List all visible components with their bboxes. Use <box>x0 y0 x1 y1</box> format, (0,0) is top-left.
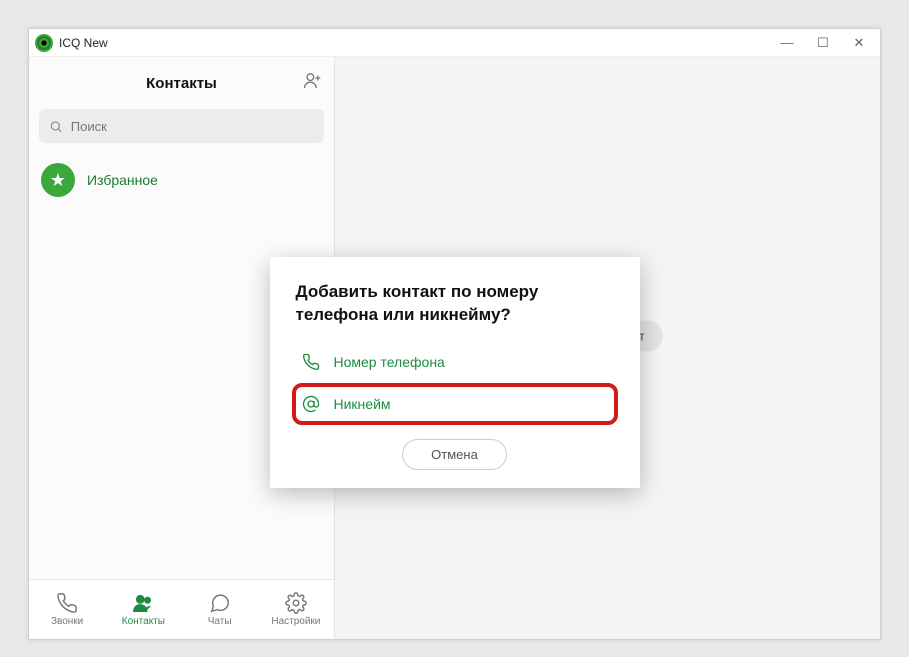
favorites-label: Избранное <box>87 172 158 188</box>
gear-icon <box>285 592 307 614</box>
add-person-icon <box>302 71 322 91</box>
phone-icon <box>56 592 78 614</box>
nav-settings-label: Настройки <box>271 616 320 627</box>
nav-contacts[interactable]: Контакты <box>105 580 181 639</box>
nav-chats-label: Чаты <box>208 616 232 627</box>
favorites-row[interactable]: ★ Избранное <box>29 153 334 207</box>
search-input[interactable] <box>71 119 314 134</box>
nav-settings[interactable]: Настройки <box>258 580 334 639</box>
star-icon: ★ <box>41 163 75 197</box>
minimize-button[interactable]: — <box>778 35 796 51</box>
sidebar-title: Контакты <box>146 75 217 92</box>
nav-contacts-label: Контакты <box>122 616 165 627</box>
search-icon <box>49 119 63 134</box>
add-contact-button[interactable] <box>302 71 322 96</box>
contacts-icon <box>132 592 154 614</box>
nav-calls[interactable]: Звонки <box>29 580 105 639</box>
bottom-nav: Звонки Контакты Чаты <box>29 579 334 639</box>
window-controls: — ☐ ✕ <box>778 35 874 51</box>
app-logo-icon <box>35 34 53 52</box>
dialog-title: Добавить контакт по номеру телефона или … <box>296 281 614 327</box>
chat-icon <box>209 592 231 614</box>
nav-chats[interactable]: Чаты <box>182 580 258 639</box>
cancel-button[interactable]: Отмена <box>402 439 507 470</box>
sidebar-header: Контакты <box>29 57 334 109</box>
search-box[interactable] <box>39 109 324 143</box>
option-phone[interactable]: Номер телефона <box>296 343 614 381</box>
option-nickname-label: Никнейм <box>334 396 391 412</box>
option-nickname[interactable]: Никнейм <box>292 383 618 425</box>
titlebar: ICQ New — ☐ ✕ <box>29 29 880 57</box>
close-button[interactable]: ✕ <box>850 35 868 51</box>
at-sign-icon <box>302 395 320 413</box>
maximize-button[interactable]: ☐ <box>814 35 832 51</box>
phone-icon <box>302 353 320 371</box>
window-title: ICQ New <box>59 36 108 50</box>
option-phone-label: Номер телефона <box>334 354 445 370</box>
nav-calls-label: Звонки <box>51 616 83 627</box>
app-window: ICQ New — ☐ ✕ Контакты <box>28 28 881 640</box>
add-contact-dialog: Добавить контакт по номеру телефона или … <box>270 257 640 488</box>
